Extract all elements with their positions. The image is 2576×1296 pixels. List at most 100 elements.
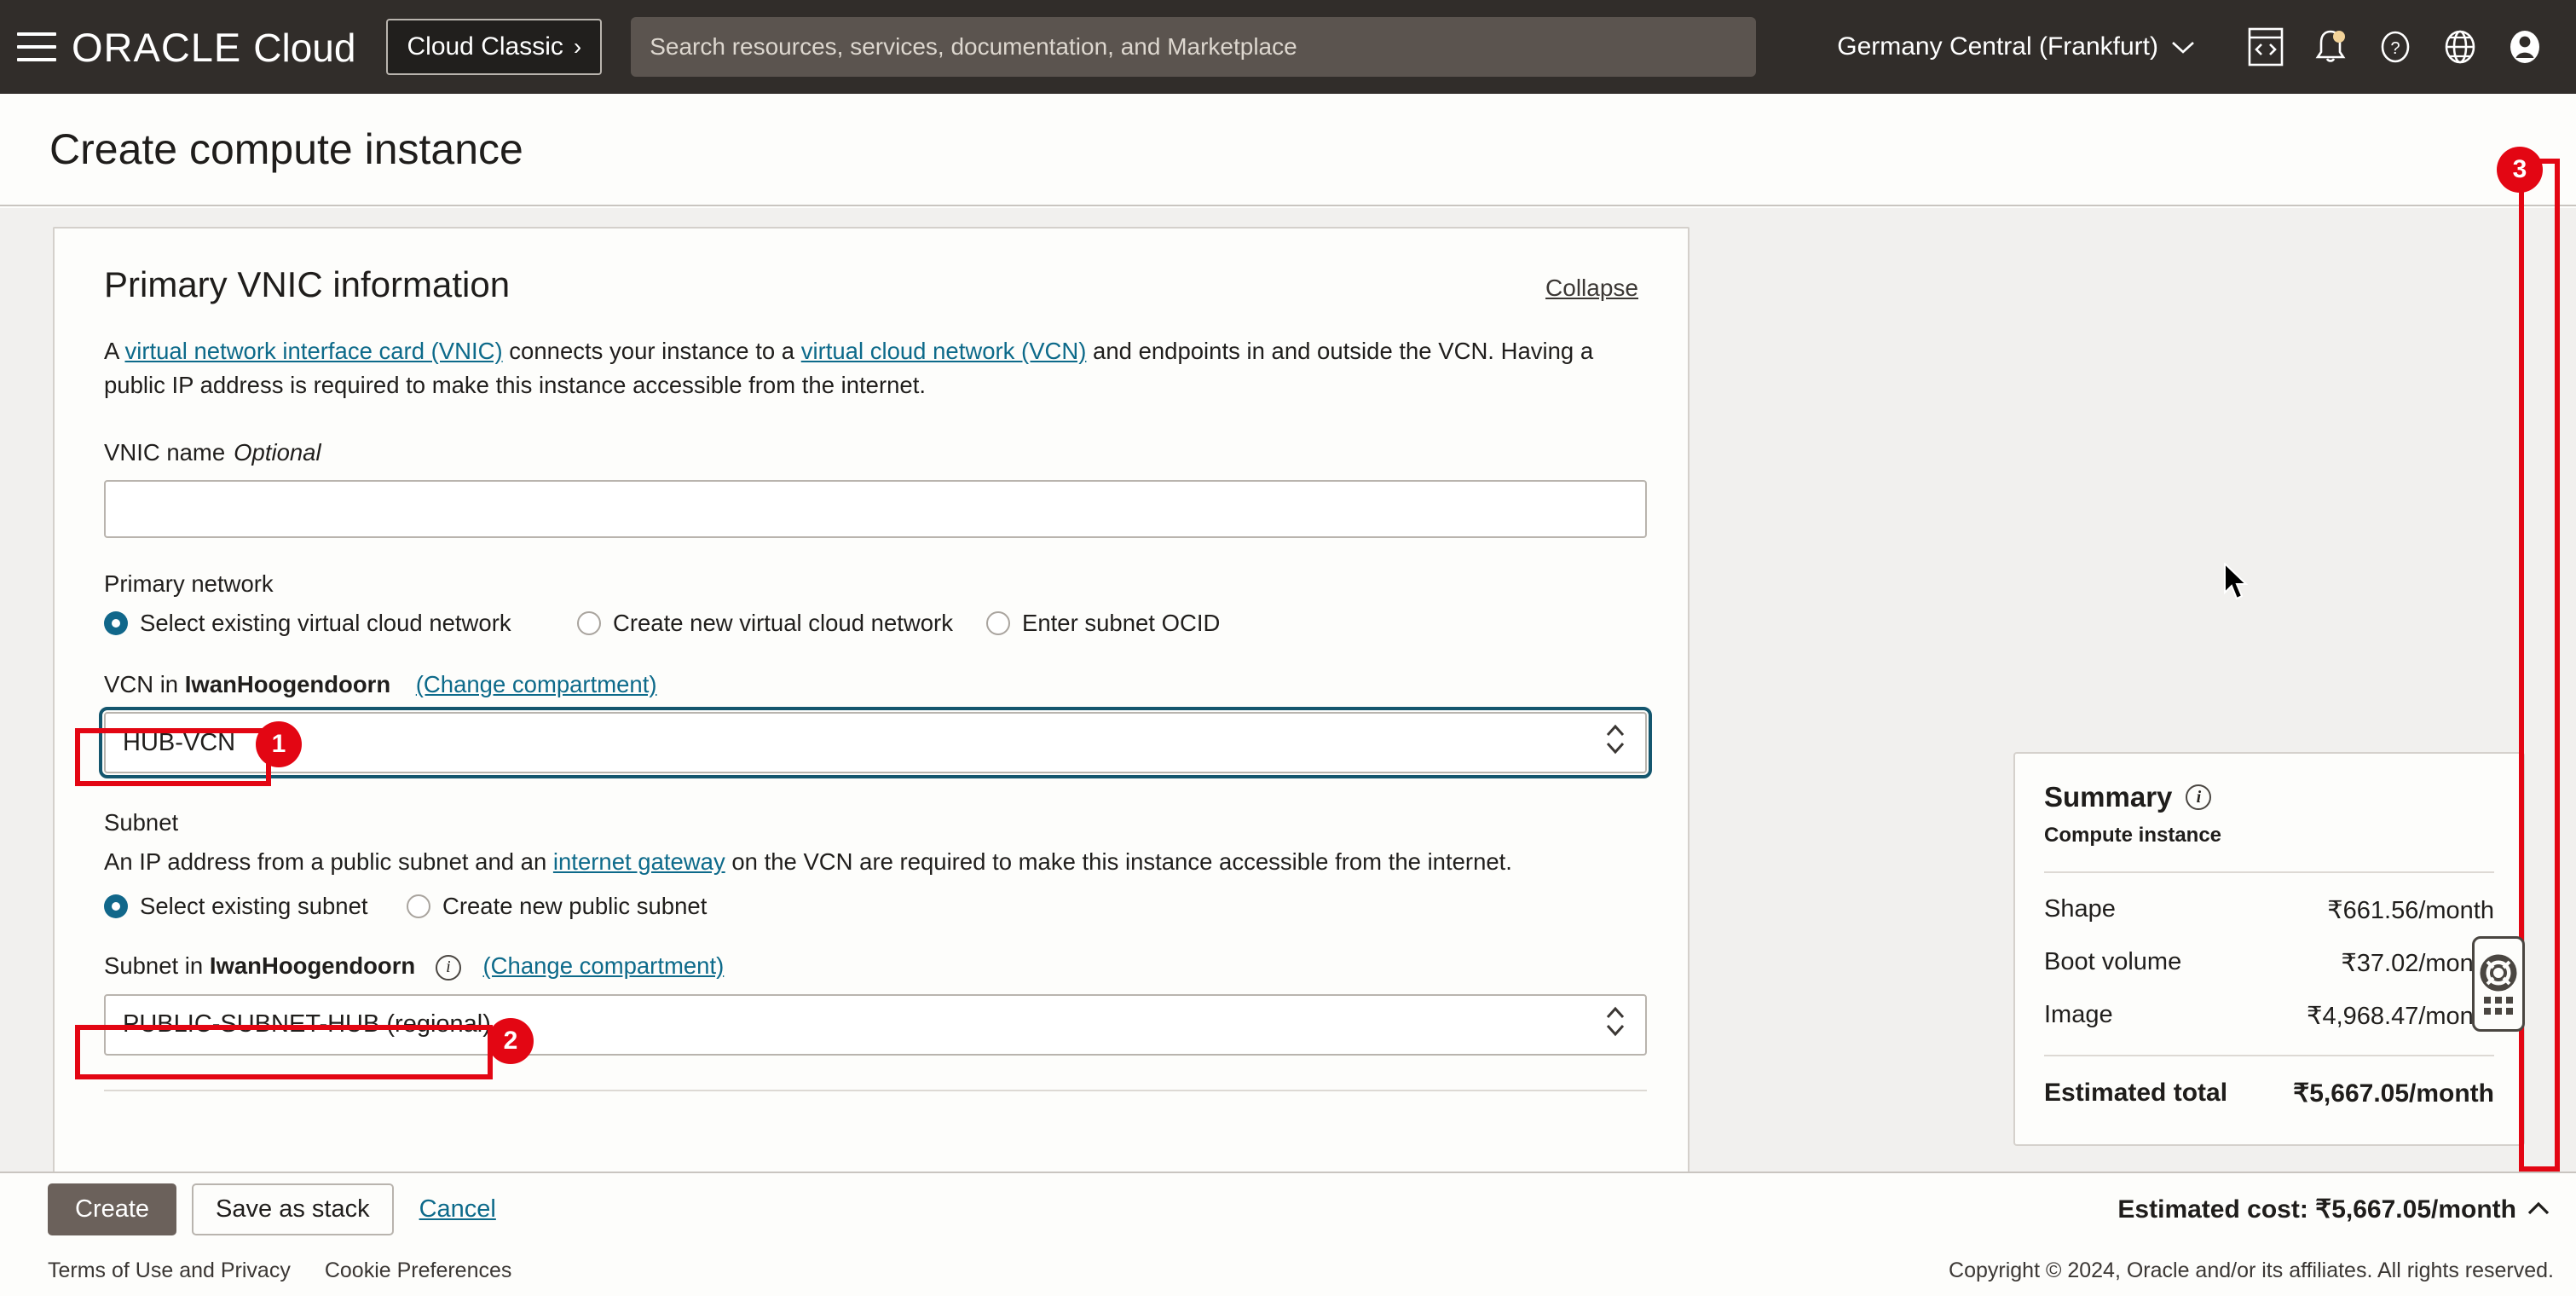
radio-label: Create new public subnet [442, 892, 708, 919]
desc-mid: connects your instance to a [502, 338, 801, 364]
radio-select-existing-vcn[interactable]: Select existing virtual cloud network [104, 610, 577, 637]
language-globe-icon[interactable] [2428, 14, 2492, 79]
radio-enter-subnet-ocid[interactable]: Enter subnet OCID [986, 610, 1220, 637]
summary-title: Summary i [2044, 781, 2494, 813]
summary-row-label: Image [2044, 1001, 2113, 1028]
stepper-icon [1604, 1002, 1626, 1048]
help-question-icon[interactable]: ? [2363, 14, 2428, 79]
radio-create-new-vcn[interactable]: Create new virtual cloud network [577, 610, 986, 637]
vcn-in-prefix: VCN in [104, 671, 185, 698]
vcn-select-value: HUB-VCN [123, 728, 236, 756]
subnet-section-label: Subnet [104, 809, 179, 836]
summary-row-label: Shape [2044, 895, 2116, 923]
vcn-compartment-name: IwanHoogendoorn [184, 671, 391, 698]
primary-vnic-information-card: Primary VNIC information Collapse A virt… [53, 227, 1689, 1173]
radio-select-existing-subnet[interactable]: Select existing subnet [104, 893, 407, 920]
region-selector[interactable]: Germany Central (Frankfurt) [1837, 32, 2196, 61]
region-label: Germany Central (Frankfurt) [1837, 32, 2158, 61]
cookie-preferences-link[interactable]: Cookie Preferences [325, 1258, 512, 1283]
subnet-desc-suffix: on the VCN are required to make this ins… [725, 848, 1512, 876]
vnic-doc-link[interactable]: virtual network interface card (VNIC) [124, 338, 502, 364]
cancel-link[interactable]: Cancel [419, 1195, 496, 1224]
summary-card: Summary i Compute instance Shape ₹661.56… [2013, 752, 2525, 1146]
radio-indicator [986, 611, 1010, 636]
vcn-select[interactable]: HUB-VCN [99, 707, 1652, 779]
info-icon[interactable]: i [2186, 784, 2212, 810]
create-button[interactable]: Create [48, 1183, 177, 1235]
summary-row-value: ₹661.56/month [2327, 897, 2494, 924]
page-footer: Terms of Use and Privacy Cookie Preferen… [0, 1245, 2576, 1296]
summary-divider-top [2044, 871, 2494, 873]
info-icon[interactable]: i [435, 954, 461, 981]
page-content: Primary VNIC information Collapse A virt… [0, 208, 2576, 1173]
radio-indicator [577, 611, 601, 636]
oracle-cloud-logo[interactable]: ORACLE Cloud [72, 24, 355, 71]
svg-text:?: ? [2390, 39, 2400, 58]
support-help-widget[interactable] [2472, 936, 2525, 1032]
footer-links: Terms of Use and Privacy Cookie Preferen… [48, 1258, 511, 1283]
internet-gateway-link[interactable]: internet gateway [553, 848, 725, 875]
subnet-change-compartment-link[interactable]: (Change compartment) [483, 952, 725, 979]
save-as-stack-button[interactable]: Save as stack [192, 1183, 394, 1235]
cloud-classic-label: Cloud Classic [407, 32, 563, 61]
summary-row: Shape ₹661.56/month [2044, 895, 2494, 925]
summary-total-label: Estimated total [2044, 1079, 2228, 1107]
collapse-link[interactable]: Collapse [1545, 275, 1638, 302]
user-avatar-icon[interactable] [2492, 14, 2557, 79]
estimated-cost-toggle[interactable]: Estimated cost: ₹5,667.05/month [2117, 1195, 2550, 1224]
radio-label: Select existing virtual cloud network [140, 610, 511, 637]
summary-row: Image ₹4,968.47/month [2044, 1001, 2494, 1031]
summary-title-text: Summary [2044, 781, 2173, 813]
subnet-compartment-name: IwanHoogendoorn [209, 952, 416, 979]
subnet-select[interactable]: PUBLIC-SUBNET-HUB (regional) [104, 993, 1647, 1056]
summary-total-row: Estimated total ₹5,667.05/month [2044, 1079, 2494, 1108]
stepper-icon [1604, 720, 1626, 766]
vnic-description: A virtual network interface card (VNIC) … [104, 334, 1638, 402]
chevron-down-icon [2172, 42, 2194, 54]
page-scrollbar-track[interactable] [2554, 208, 2571, 1172]
global-search-input[interactable]: Search resources, services, documentatio… [631, 17, 1757, 77]
hamburger-menu-icon[interactable] [17, 32, 56, 61]
primary-network-label: Primary network [104, 570, 274, 598]
summary-subtitle: Compute instance [2044, 824, 2222, 847]
radio-label: Create new virtual cloud network [613, 610, 953, 637]
subnet-compartment-label: Subnet in IwanHoogendoorn i (Change comp… [104, 952, 1638, 981]
vnic-name-label: VNIC name Optional [104, 439, 1638, 466]
annotation-badge-3: 3 [2497, 147, 2543, 193]
vcn-change-compartment-link[interactable]: (Change compartment) [416, 671, 657, 697]
vcn-doc-link[interactable]: virtual cloud network (VCN) [801, 338, 1087, 364]
search-placeholder: Search resources, services, documentatio… [650, 33, 1297, 60]
cloud-wordmark: Cloud [253, 25, 356, 70]
vnic-name-optional-tag: Optional [234, 439, 321, 466]
estimated-cost-label: Estimated cost: ₹5,667.05/month [2117, 1195, 2516, 1224]
radio-indicator [407, 894, 430, 918]
radio-label: Select existing subnet [140, 892, 368, 919]
chevron-right-icon: › [573, 33, 582, 60]
vnic-name-label-text: VNIC name [104, 439, 226, 466]
summary-divider-bottom [2044, 1055, 2494, 1056]
terms-of-use-link[interactable]: Terms of Use and Privacy [48, 1258, 291, 1283]
annotation-badge-1: 1 [256, 721, 302, 767]
subnet-select-value: PUBLIC-SUBNET-HUB (regional) [123, 1010, 491, 1039]
chevron-up-icon [2527, 1201, 2550, 1215]
grid-dots-icon [2484, 996, 2513, 1015]
vcn-compartment-label: VCN in IwanHoogendoorn (Change compartme… [104, 671, 1638, 698]
cloud-shell-icon[interactable] [2233, 14, 2298, 79]
notifications-bell-icon[interactable] [2298, 14, 2363, 79]
summary-row-value: ₹4,968.47/month [2307, 1003, 2494, 1030]
subnet-in-prefix: Subnet in [104, 952, 210, 979]
cloud-classic-button[interactable]: Cloud Classic › [386, 19, 603, 75]
card-title: Primary VNIC information [104, 264, 511, 304]
section-divider [104, 1089, 1647, 1091]
copyright-text: Copyright © 2024, Oracle and/or its affi… [1949, 1258, 2554, 1282]
radio-create-new-public-subnet[interactable]: Create new public subnet [407, 893, 707, 920]
card-header: Primary VNIC information Collapse [104, 264, 1638, 305]
page-title: Create compute instance [49, 125, 523, 173]
vnic-name-input[interactable] [104, 480, 1647, 539]
radio-indicator-selected [104, 894, 128, 918]
radio-label: Enter subnet OCID [1022, 610, 1221, 637]
page-header: Create compute instance [0, 94, 2576, 206]
subnet-radio-group: Select existing subnet Create new public… [104, 893, 1638, 920]
radio-indicator-selected [104, 611, 128, 636]
lifebuoy-icon [2480, 954, 2517, 991]
